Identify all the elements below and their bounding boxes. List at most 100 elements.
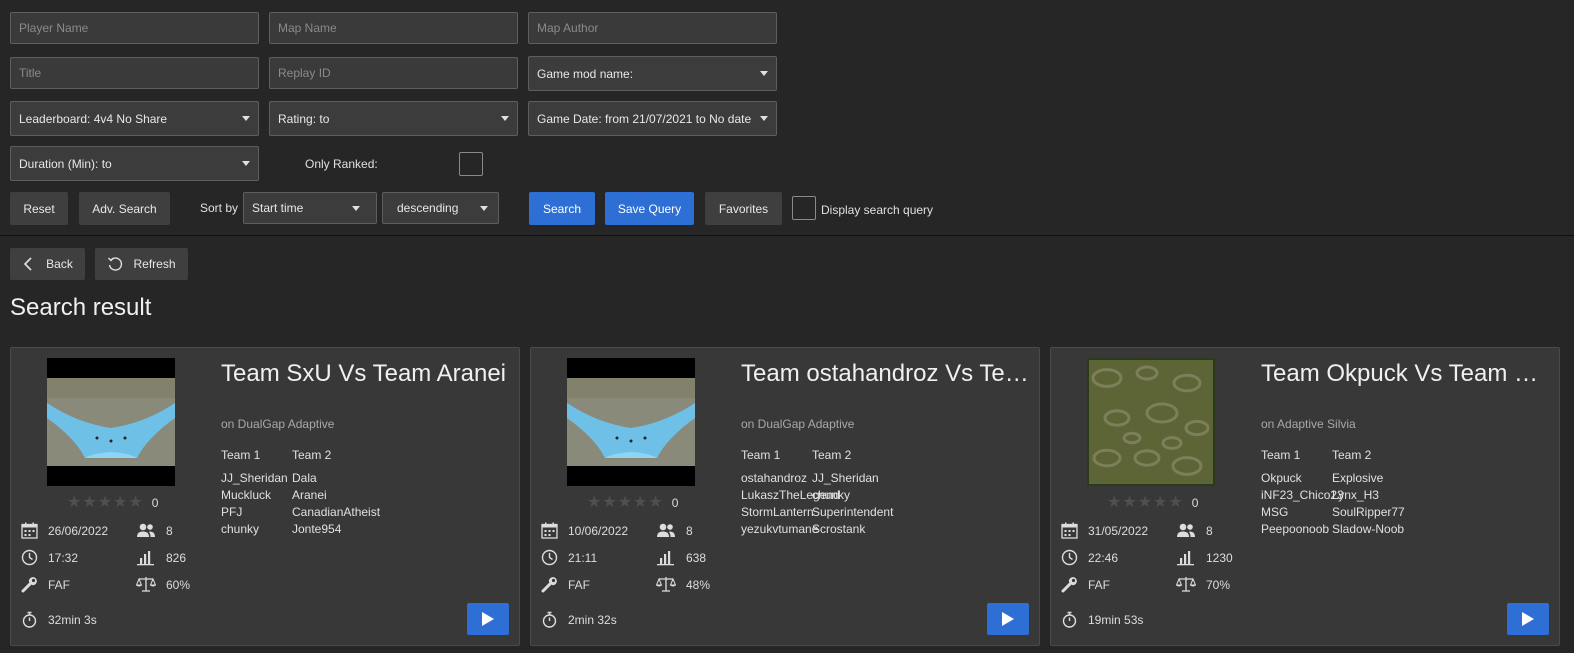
balance-info: 48% bbox=[656, 576, 710, 593]
arrow-left-icon bbox=[24, 257, 32, 271]
star-icon[interactable]: ★ bbox=[1153, 495, 1167, 511]
replay-id-input[interactable]: Replay ID bbox=[269, 57, 518, 89]
star-icon[interactable]: ★ bbox=[113, 495, 127, 511]
search-button[interactable]: Search bbox=[529, 192, 595, 225]
game-date-dropdown[interactable]: Game Date: from 21/07/2021 to No date bbox=[528, 101, 777, 136]
wrench-icon bbox=[1061, 577, 1077, 593]
game-mod-dropdown[interactable]: Game mod name: bbox=[528, 56, 777, 91]
sort-order-dropdown[interactable]: descending bbox=[382, 192, 499, 224]
map-name-input[interactable]: Map Name bbox=[269, 12, 518, 44]
duration-info: 19min 53s bbox=[1061, 611, 1143, 628]
display-query-checkbox[interactable] bbox=[792, 196, 816, 220]
team-2-header: Team 2 bbox=[1332, 448, 1372, 462]
duration-value: 19min 53s bbox=[1088, 612, 1144, 627]
rating-stars[interactable]: ★ ★ ★ ★ ★ 0 bbox=[67, 495, 158, 511]
time-value: 17:32 bbox=[48, 550, 79, 565]
star-icon[interactable]: ★ bbox=[618, 495, 632, 511]
team-2-list: Team 2 JJ_Sheridan chunky Superintendent Sc… bbox=[812, 447, 893, 538]
calendar-icon bbox=[21, 522, 38, 539]
star-icon[interactable]: ★ bbox=[1168, 495, 1182, 511]
star-icon[interactable]: ★ bbox=[1122, 495, 1136, 511]
replay-card[interactable]: ★ ★ ★ ★ ★ 0 31/05/2022 8 22:46 1230 FAF … bbox=[1050, 347, 1560, 646]
refresh-label: Refresh bbox=[133, 257, 176, 271]
avg-rating-value: 826 bbox=[166, 550, 187, 565]
calendar-icon bbox=[541, 522, 558, 539]
duration-dropdown[interactable]: Duration (Min): to bbox=[10, 146, 259, 181]
player-name: CanadianAtheist bbox=[292, 505, 381, 519]
map-name: on DualGap Adaptive bbox=[741, 417, 855, 431]
player-name: Scrostank bbox=[812, 522, 866, 536]
play-replay-button[interactable] bbox=[1507, 603, 1549, 635]
star-icon[interactable]: ★ bbox=[128, 495, 142, 511]
back-button[interactable]: Back bbox=[10, 248, 85, 280]
team-1-header: Team 1 bbox=[221, 448, 261, 462]
replay-title: Team SxU Vs Team Aranei bbox=[221, 360, 507, 387]
date-info: 31/05/2022 bbox=[1061, 522, 1148, 539]
mod-info: FAF bbox=[21, 576, 70, 593]
players-info: 8 bbox=[656, 522, 693, 539]
map-preview-image bbox=[47, 358, 175, 486]
title-placeholder: Title bbox=[19, 66, 42, 80]
team-2-header: Team 2 bbox=[812, 448, 852, 462]
star-icon[interactable]: ★ bbox=[1138, 495, 1152, 511]
leaderboard-dropdown[interactable]: Leaderboard: 4v4 No Share bbox=[10, 101, 259, 136]
player-name: chunky bbox=[812, 488, 851, 502]
play-icon bbox=[482, 612, 494, 626]
team-2-list: Team 2 Explosive Lynx_H3 SoulRipper77 Slado… bbox=[1332, 447, 1405, 538]
title-input[interactable]: Title bbox=[10, 57, 259, 89]
refresh-icon bbox=[108, 257, 123, 271]
player-name-input[interactable]: Player Name bbox=[10, 12, 259, 44]
rating-value: Rating: to bbox=[278, 111, 330, 126]
rating-stars[interactable]: ★ ★ ★ ★ ★ 0 bbox=[587, 495, 679, 511]
save-query-button[interactable]: Save Query bbox=[605, 192, 694, 225]
mod-value: FAF bbox=[1088, 577, 1111, 592]
star-icon[interactable]: ★ bbox=[587, 495, 601, 511]
play-icon bbox=[1002, 612, 1014, 626]
reset-button[interactable]: Reset bbox=[10, 192, 68, 225]
rating-dropdown[interactable]: Rating: to bbox=[269, 101, 518, 136]
star-icon[interactable]: ★ bbox=[633, 495, 647, 511]
date-value: 10/06/2022 bbox=[568, 523, 629, 538]
time-info: 21:11 bbox=[541, 549, 597, 566]
time-info: 17:32 bbox=[21, 549, 78, 566]
map-preview-image bbox=[1087, 358, 1215, 486]
only-ranked-checkbox[interactable] bbox=[459, 152, 483, 176]
star-icon[interactable]: ★ bbox=[82, 495, 96, 511]
map-author-input[interactable]: Map Author bbox=[528, 12, 777, 44]
rating-stars[interactable]: ★ ★ ★ ★ ★ 0 bbox=[1107, 495, 1198, 511]
sort-order-value: descending bbox=[397, 201, 459, 215]
players-info: 8 bbox=[1176, 522, 1213, 539]
star-icon[interactable]: ★ bbox=[98, 495, 112, 511]
player-name: Lynx_H3 bbox=[1332, 488, 1379, 502]
star-icon[interactable]: ★ bbox=[67, 495, 81, 511]
replay-card[interactable]: ★ ★ ★ ★ ★ 0 10/06/2022 8 21:11 638 FAF 4… bbox=[530, 347, 1040, 646]
player-name: JJ_Sheridan bbox=[812, 471, 879, 485]
duration-info: 32min 3s bbox=[21, 611, 97, 628]
map-name: on Adaptive Silvia bbox=[1261, 417, 1356, 431]
wrench-icon bbox=[541, 577, 557, 593]
star-icon[interactable]: ★ bbox=[648, 495, 662, 511]
player-name: Aranei bbox=[292, 488, 327, 502]
duration-value: 32min 3s bbox=[48, 612, 97, 627]
play-replay-button[interactable] bbox=[987, 603, 1029, 635]
map-name-placeholder: Map Name bbox=[278, 21, 337, 35]
players-value: 8 bbox=[1206, 523, 1213, 538]
star-icon[interactable]: ★ bbox=[1107, 495, 1121, 511]
play-replay-button[interactable] bbox=[467, 603, 509, 635]
players-value: 8 bbox=[166, 523, 173, 538]
favorites-button[interactable]: Favorites bbox=[705, 192, 782, 225]
replay-title: Team Okpuck Vs Team Explosive bbox=[1261, 360, 1551, 387]
rating-value: 0 bbox=[671, 496, 679, 510]
date-info: 26/06/2022 bbox=[21, 522, 108, 539]
map-author-placeholder: Map Author bbox=[537, 21, 599, 35]
sort-field-dropdown[interactable]: Start time bbox=[243, 192, 377, 224]
player-name: PFJ bbox=[221, 505, 243, 519]
star-icon[interactable]: ★ bbox=[602, 495, 616, 511]
bar-chart-icon bbox=[657, 551, 674, 566]
replay-id-placeholder: Replay ID bbox=[278, 66, 331, 80]
back-label: Back bbox=[46, 257, 73, 271]
refresh-button[interactable]: Refresh bbox=[95, 248, 188, 280]
chevron-down-icon bbox=[480, 205, 488, 211]
replay-card[interactable]: ★ ★ ★ ★ ★ 0 26/06/2022 8 17:32 826 FAF 6… bbox=[10, 347, 520, 646]
adv-search-button[interactable]: Adv. Search bbox=[79, 192, 170, 225]
